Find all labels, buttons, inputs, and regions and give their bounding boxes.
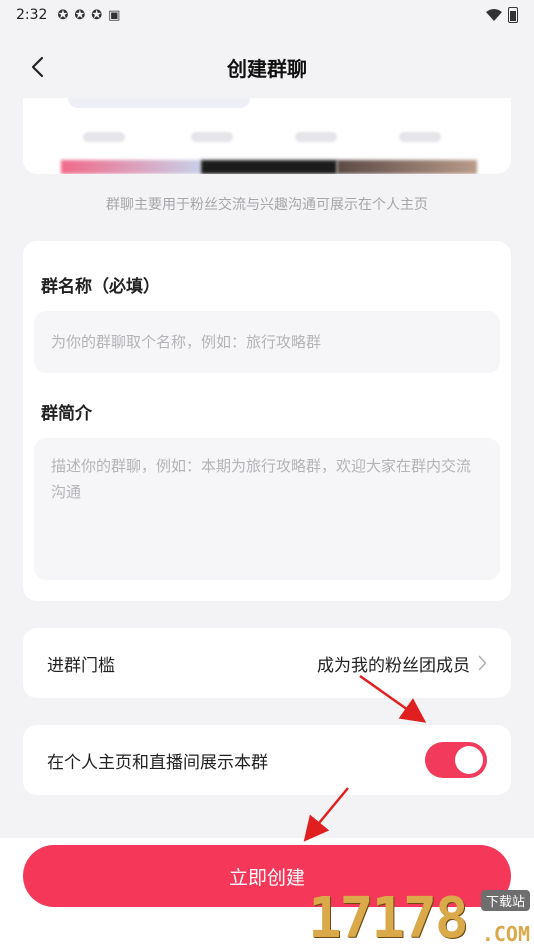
hint-text: 群聊主要用于粉丝交流与兴趣沟通可展示在个人主页 [106, 197, 428, 213]
join-threshold-value-wrap: 成为我的粉丝团成员 [317, 651, 487, 676]
display-toggle-label: 在个人主页和直播间展示本群 [47, 752, 268, 773]
group-name-label: 群名称（必填） [41, 277, 160, 297]
group-name-input[interactable] [34, 311, 500, 373]
preview-thumbnail [61, 160, 201, 174]
notification-icon: ✪ [91, 7, 103, 23]
chevron-left-icon [31, 56, 44, 78]
page-title: 创建群聊 [227, 56, 307, 81]
notification-icon: ✪ [74, 7, 86, 23]
join-threshold-row[interactable]: 进群门槛 成为我的粉丝团成员 [23, 628, 511, 698]
toggle-knob [455, 746, 483, 774]
status-bar: 2:32 ✪ ✪ ✪ ▣ [0, 0, 534, 30]
preview-tab [295, 132, 337, 142]
site-watermark: 17178 下载站 .COM [308, 888, 534, 950]
status-indicators [486, 7, 518, 23]
preview-thumbnail [201, 160, 337, 174]
display-toggle-row: 在个人主页和直播间展示本群 [23, 725, 511, 795]
preview-thumbnail [337, 160, 477, 174]
join-threshold-value: 成为我的粉丝团成员 [317, 655, 470, 676]
preview-header [68, 98, 250, 108]
display-toggle-switch[interactable] [425, 742, 487, 778]
group-form-card: 群名称（必填） 群简介 [23, 241, 511, 601]
app-icon: ▣ [108, 7, 121, 23]
battery-icon [508, 7, 518, 23]
watermark-digits: 17178 [308, 886, 469, 950]
nav-bar: 创建群聊 [0, 36, 534, 98]
wifi-icon [486, 9, 502, 21]
preview-tab [191, 132, 233, 142]
group-intro-label: 群简介 [41, 404, 92, 424]
watermark-tag: 下载站 [480, 890, 530, 911]
status-time: 2:32 [16, 7, 48, 23]
back-button[interactable] [22, 52, 52, 82]
group-preview-card [23, 98, 511, 174]
group-intro-input[interactable] [34, 438, 500, 580]
watermark-com: .COM [481, 922, 530, 946]
notification-icon: ✪ [57, 7, 69, 23]
join-threshold-label: 进群门槛 [47, 655, 115, 676]
preview-tab [399, 132, 441, 142]
preview-tab [83, 132, 125, 142]
chevron-right-icon [478, 655, 487, 671]
